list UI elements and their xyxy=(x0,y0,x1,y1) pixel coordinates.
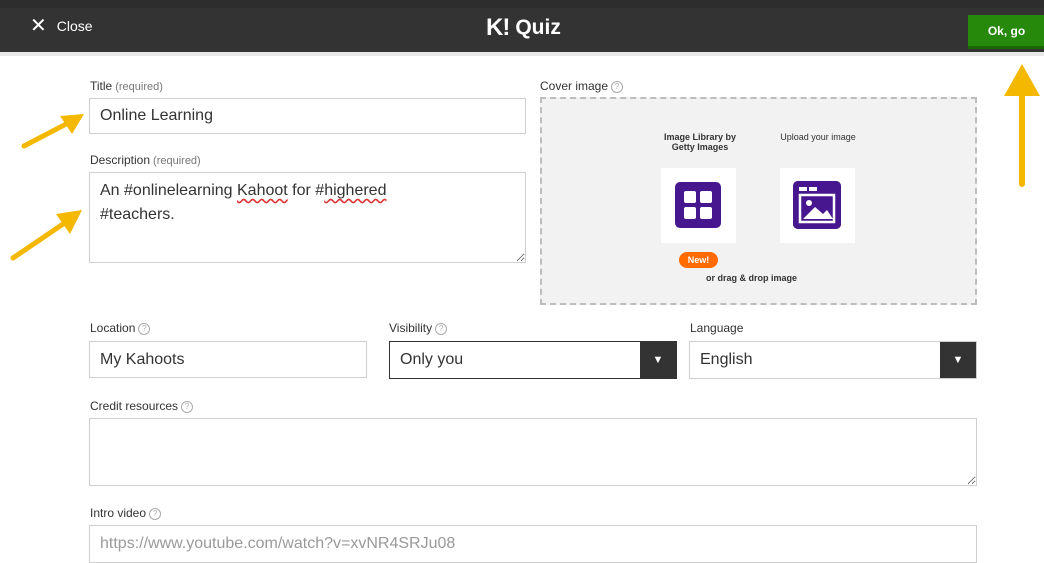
new-badge: New! xyxy=(679,252,718,268)
drag-drop-text: or drag & drop image xyxy=(706,273,798,283)
caret-down-icon: ▼ xyxy=(640,342,676,378)
upload-image-button[interactable] xyxy=(780,168,855,243)
annotation-arrow xyxy=(10,210,82,261)
description-misspelled-word: Kahoot xyxy=(237,182,288,199)
help-icon[interactable]: ? xyxy=(435,322,448,335)
intro-video-input[interactable] xyxy=(89,525,977,563)
description-line-2: #teachers. xyxy=(100,206,175,223)
location-input[interactable] xyxy=(89,341,367,378)
annotation-arrow xyxy=(21,114,84,149)
language-label: Language xyxy=(690,321,743,335)
image-library-label: Image Library by Getty Images xyxy=(663,132,737,152)
visibility-value: Only you xyxy=(400,351,464,368)
app-logo: K! Quiz xyxy=(486,14,561,42)
upload-image-label: Upload your image xyxy=(780,132,856,142)
credit-resources-label-text: Credit resources xyxy=(90,399,179,413)
intro-video-label: Intro video? xyxy=(90,506,162,520)
ok-go-button[interactable]: Ok, go xyxy=(968,15,1044,49)
image-library-button[interactable] xyxy=(661,168,736,243)
logo-mark: K! xyxy=(486,14,510,41)
cover-image-label-text: Cover image xyxy=(540,79,609,93)
title-input[interactable] xyxy=(89,98,526,134)
close-button[interactable]: ✕ Close xyxy=(30,15,93,37)
intro-video-label-text: Intro video xyxy=(90,506,147,520)
description-misspelled-word: highered xyxy=(324,182,387,199)
description-textarea[interactable]: An #onlinelearning Kahoot for #highered … xyxy=(89,172,526,263)
credit-resources-label: Credit resources? xyxy=(90,399,194,413)
visibility-label: Visibility? xyxy=(389,321,448,335)
caret-down-icon: ▼ xyxy=(940,342,976,378)
description-label: Description (required) xyxy=(90,153,201,167)
credit-resources-textarea[interactable] xyxy=(89,418,977,486)
help-icon[interactable]: ? xyxy=(611,80,624,93)
logo-text: Quiz xyxy=(515,16,561,39)
description-line-1: An #onlinelearning Kahoot for #highered xyxy=(100,179,515,203)
image-library-icon xyxy=(675,182,721,228)
description-label-text: Description xyxy=(90,153,151,167)
upload-image-icon xyxy=(793,181,841,229)
cover-image-label: Cover image? xyxy=(540,79,624,93)
visibility-label-text: Visibility xyxy=(389,321,433,335)
description-text-part: for # xyxy=(287,182,325,199)
help-icon[interactable]: ? xyxy=(138,322,151,335)
close-label: Close xyxy=(56,18,93,34)
help-icon[interactable]: ? xyxy=(149,507,162,520)
title-required-note: (required) xyxy=(115,81,163,93)
language-label-text: Language xyxy=(690,321,744,335)
location-label: Location? xyxy=(90,321,151,335)
description-required-note: (required) xyxy=(153,155,201,167)
help-icon[interactable]: ? xyxy=(181,400,194,413)
close-icon: ✕ xyxy=(30,15,47,37)
annotation-arrow xyxy=(1004,64,1040,187)
visibility-select[interactable]: Only you ▼ xyxy=(389,341,677,379)
top-bar: ✕ Close K! Quiz Ok, go xyxy=(0,0,1044,56)
title-label: Title (required) xyxy=(90,79,163,93)
description-text-part: An #onlinelearning xyxy=(100,182,237,199)
language-select[interactable]: English ▼ xyxy=(689,341,977,379)
title-label-text: Title xyxy=(90,79,113,93)
language-value: English xyxy=(700,351,753,368)
location-label-text: Location xyxy=(90,321,136,335)
